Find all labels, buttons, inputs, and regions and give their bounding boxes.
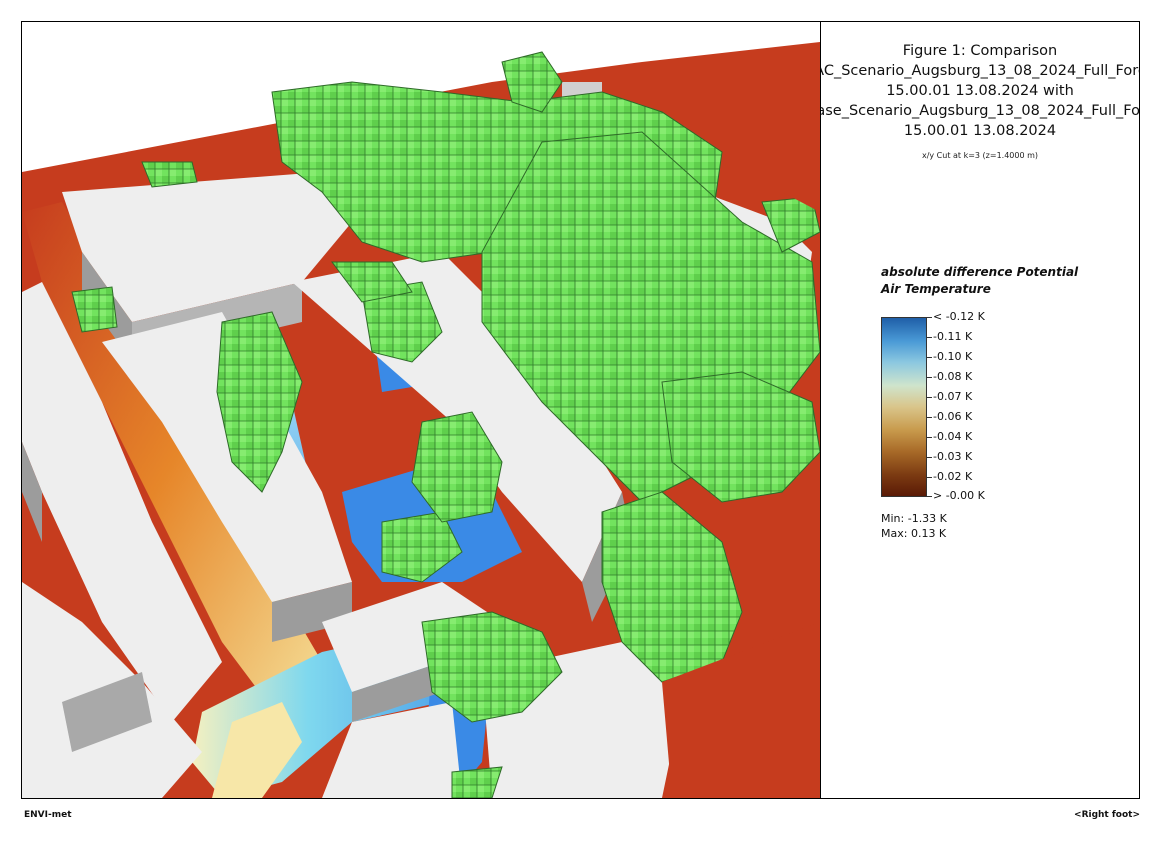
figure-title-line-1: Figure 1: Comparison: [902, 43, 1058, 59]
figure-title-line-2: AC_Scenario_Augsburg_13_08_2024_Full_For…: [821, 63, 1139, 79]
tick-mark: [927, 496, 932, 497]
tick-mark: [927, 337, 932, 338]
tick-mark: [927, 457, 932, 458]
figure-title-line-3: 15.00.01 13.08.2024 with: [886, 83, 1074, 99]
footer-right: <Right foot>: [1074, 810, 1140, 820]
min-value-label: Min: -1.33 K: [881, 512, 947, 525]
tick-mark: [927, 397, 932, 398]
tick-mark: [927, 357, 932, 358]
tick-mark: [927, 477, 932, 478]
legend-panel: Figure 1: Comparison AC_Scenario_Augsbur…: [821, 22, 1139, 798]
legend-title-line-1: absolute difference Potential: [881, 265, 1079, 279]
tick-mark: [927, 437, 932, 438]
legend-tick-label: < -0.12 K: [933, 310, 985, 323]
3d-model-view[interactable]: [22, 22, 820, 798]
max-value-label: Max: 0.13 K: [881, 527, 947, 540]
legend-tick-label: > -0.00 K: [933, 489, 985, 502]
legend-tick-label: -0.08 K: [933, 370, 973, 383]
tick-mark: [927, 417, 932, 418]
model-render: [22, 22, 820, 798]
legend-tick-label: -0.02 K: [933, 470, 973, 483]
legend-tick-label: -0.10 K: [933, 350, 973, 363]
tick-mark: [927, 317, 932, 318]
figure-title-line-4: Base_Scenario_Augsburg_13_08_2024_Full_F…: [821, 103, 1139, 119]
figure-title-line-5: 15.00.01 13.08.2024: [903, 123, 1057, 139]
footer-left: ENVI-met: [24, 810, 72, 820]
legend-tick-label: -0.03 K: [933, 450, 973, 463]
legend-title-line-2: Air Temperature: [881, 282, 991, 296]
tick-mark: [927, 377, 932, 378]
legend-tick-label: -0.11 K: [933, 330, 973, 343]
color-scale-bar: [881, 317, 927, 497]
legend-tick-label: -0.06 K: [933, 410, 973, 423]
legend-tick-label: -0.04 K: [933, 430, 973, 443]
legend-tick-label: -0.07 K: [933, 390, 973, 403]
cut-info: x/y Cut at k=3 (z=1.4000 m): [921, 151, 1039, 160]
